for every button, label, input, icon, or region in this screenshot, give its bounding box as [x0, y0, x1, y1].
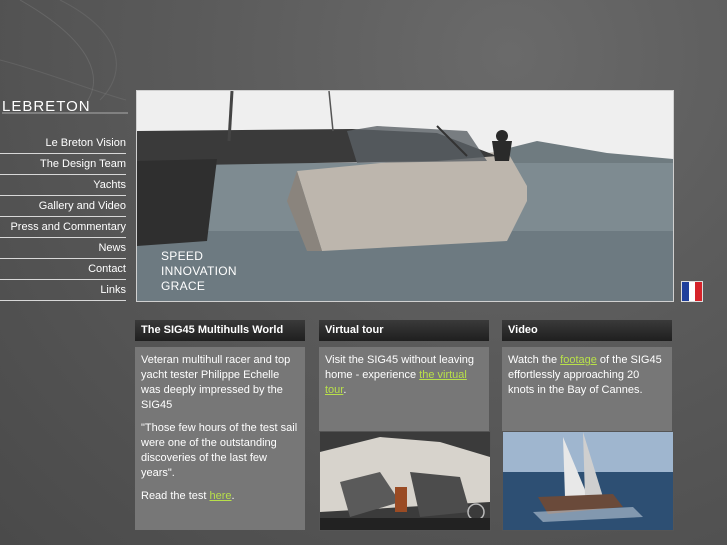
footage-link[interactable]: footage	[560, 354, 597, 366]
nav-item-links[interactable]: Links	[0, 280, 126, 301]
nav-item-yachts[interactable]: Yachts	[0, 175, 126, 196]
hero-banner: SPEED INNOVATION GRACE	[136, 90, 674, 302]
nav-item-press[interactable]: Press and Commentary	[0, 217, 126, 238]
panel-title: Virtual tour	[319, 320, 489, 341]
hero-caption-line: SPEED	[161, 249, 204, 263]
nav-item-contact[interactable]: Contact	[0, 259, 126, 280]
virtual-tour-thumbnail[interactable]	[319, 431, 491, 531]
panel-text: Watch the footage of the SIG45 effortles…	[508, 354, 662, 396]
hero-caption: SPEED INNOVATION GRACE	[161, 249, 237, 294]
panel-video: Video Watch the footage of the SIG45 eff…	[502, 320, 674, 531]
nav-item-design-team[interactable]: The Design Team	[0, 154, 126, 175]
hero-caption-line: GRACE	[161, 279, 206, 293]
panel-multihulls-world: The SIG45 Multihulls World Veteran multi…	[135, 320, 305, 530]
panel-text: Veteran multihull racer and top yacht te…	[141, 354, 291, 411]
panel-text: Visit the SIG45 without leaving home - e…	[325, 354, 474, 396]
nav-item-vision[interactable]: Le Breton Vision	[0, 133, 126, 154]
hero-caption-line: INNOVATION	[161, 264, 237, 278]
nav-item-news[interactable]: News	[0, 238, 126, 259]
panel-virtual-tour: Virtual tour Visit the SIG45 without lea…	[319, 320, 491, 531]
panel-quote: "Those few hours of the test sail were o…	[141, 422, 298, 479]
france-flag-icon[interactable]	[681, 281, 703, 302]
panel-body: Veteran multihull racer and top yacht te…	[135, 347, 305, 530]
nav-item-gallery[interactable]: Gallery and Video	[0, 196, 126, 217]
svg-text:LEBRETON: LEBRETON	[2, 98, 91, 114]
panel-title: The SIG45 Multihulls World	[135, 320, 305, 341]
video-thumbnail[interactable]	[502, 431, 674, 531]
panel-text: Read the test here.	[141, 490, 235, 502]
lebreton-logo[interactable]: LEBRETON	[2, 96, 128, 114]
read-test-link[interactable]: here	[210, 490, 232, 502]
main-nav: Le Breton Vision The Design Team Yachts …	[0, 133, 126, 301]
panel-title: Video	[502, 320, 672, 341]
